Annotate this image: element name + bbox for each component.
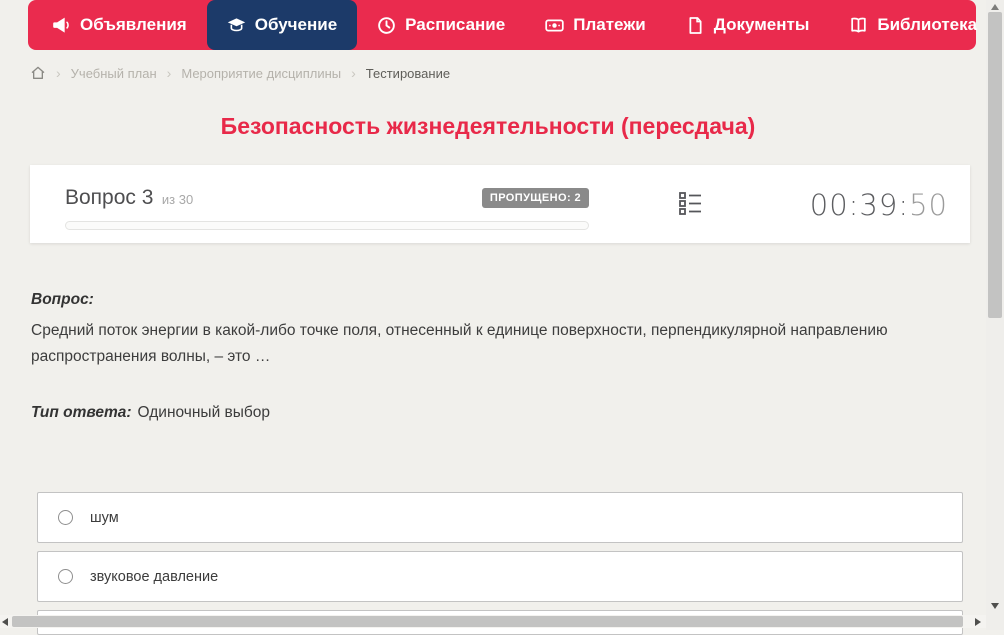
question-counter: Вопрос 3 из 30: [65, 186, 193, 210]
question-list-icon: [679, 192, 701, 215]
question-total: из 30: [161, 192, 194, 207]
answer-option-label: звуковое давление: [90, 568, 219, 585]
answer-type-label: Тип ответа:: [31, 404, 132, 421]
nav-item-education[interactable]: Обучение: [206, 0, 358, 50]
progress-bar: [65, 221, 589, 230]
breadcrumb-separator: ›: [166, 65, 172, 81]
question-progress-card: Вопрос 3 из 30 ПРОПУЩЕНО: 2 00:39:50: [30, 165, 970, 243]
question-label: Вопрос:: [31, 291, 94, 308]
book-icon: [851, 17, 867, 32]
scroll-down-button[interactable]: [991, 603, 999, 609]
breadcrumb: › Учебный план › Мероприятие дисциплины …: [30, 63, 450, 83]
scroll-left-button[interactable]: [2, 618, 8, 626]
question-number: Вопрос 3: [65, 186, 154, 209]
nav-item-schedule[interactable]: Расписание: [357, 0, 525, 50]
graduation-cap-icon: [227, 17, 245, 31]
breadcrumb-separator: ›: [56, 65, 61, 81]
answer-option-2[interactable]: звуковое давление: [37, 551, 963, 602]
timer-hours-minutes: 00:39:: [809, 188, 910, 222]
nav-item-label: Платежи: [573, 15, 646, 34]
answer-options: шум звуковое давление: [37, 492, 963, 635]
answer-type-row: Тип ответа: Одиночный выбор: [31, 404, 270, 422]
home-icon[interactable]: [30, 65, 46, 81]
nav-item-label: Расписание: [405, 15, 506, 34]
nav-item-label: Документы: [713, 15, 810, 34]
breadcrumb-separator: ›: [351, 65, 356, 81]
clock-icon: [378, 16, 395, 34]
radio-button[interactable]: [58, 569, 73, 584]
question-section: Вопрос: Средний поток энергии в какой-ли…: [31, 291, 943, 370]
nav-item-announcements[interactable]: Объявления: [32, 0, 207, 50]
vertical-scrollbar[interactable]: [986, 0, 1004, 630]
answer-option-1[interactable]: шум: [37, 492, 963, 543]
nav-item-label: Обучение: [254, 15, 338, 34]
nav-item-label: Объявления: [80, 15, 187, 34]
timer-seconds: 50: [909, 188, 948, 222]
question-list-button[interactable]: [677, 190, 704, 222]
breadcrumb-item-discipline-event[interactable]: Мероприятие дисциплины: [181, 66, 341, 81]
vertical-scrollbar-thumb[interactable]: [988, 12, 1002, 318]
main-navigation: Объявления Обучение Расписание Платежи Д…: [28, 0, 1000, 50]
megaphone-icon: [53, 17, 69, 33]
answer-type-value: Одиночный выбор: [137, 404, 271, 421]
answer-option-label: шум: [90, 509, 119, 526]
question-text: Средний поток энергии в какой-либо точке…: [31, 322, 888, 365]
scroll-up-button[interactable]: [991, 4, 999, 10]
radio-button[interactable]: [58, 510, 73, 525]
test-timer: 00:39:50: [810, 188, 948, 222]
nav-item-payments[interactable]: Платежи: [525, 0, 666, 50]
scroll-right-button[interactable]: [975, 618, 981, 626]
breadcrumb-item-testing: Тестирование: [365, 65, 451, 81]
breadcrumb-item-curriculum[interactable]: Учебный план: [71, 66, 157, 81]
nav-item-documents[interactable]: Документы: [666, 0, 830, 50]
nav-item-library[interactable]: Библиотека: [829, 0, 1004, 50]
horizontal-scrollbar-thumb[interactable]: [12, 616, 963, 627]
skipped-badge: ПРОПУЩЕНО: 2: [481, 188, 589, 208]
page-title: Безопасность жизнедеятельности (пересдач…: [220, 113, 756, 139]
question-progress-left: Вопрос 3 из 30 ПРОПУЩЕНО: 2: [65, 186, 589, 230]
nav-item-label: Библиотека: [877, 15, 978, 34]
document-icon: [689, 16, 702, 34]
horizontal-scrollbar[interactable]: [0, 615, 986, 628]
banknote-icon: [545, 18, 564, 32]
